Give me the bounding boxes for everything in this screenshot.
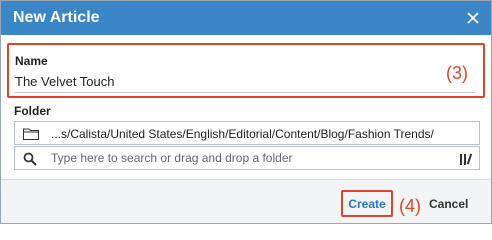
close-icon[interactable] xyxy=(465,10,481,26)
folder-path-field[interactable]: ...s/Calista/United States/English/Edito… xyxy=(14,121,480,145)
cancel-button[interactable]: Cancel xyxy=(426,190,476,217)
name-input[interactable]: The Velvet Touch xyxy=(15,74,115,89)
folder-search-field xyxy=(14,146,480,170)
folder-search-input[interactable] xyxy=(51,149,451,167)
folder-label: Folder xyxy=(14,104,51,118)
dialog-titlebar: New Article xyxy=(1,1,491,35)
folder-path-text: ...s/Calista/United States/English/Edito… xyxy=(51,127,434,141)
name-input-underline xyxy=(15,92,475,93)
name-field-highlight: Name The Velvet Touch xyxy=(7,43,485,98)
callout-3: (3) xyxy=(446,63,468,83)
folder-icon xyxy=(23,128,39,140)
search-icon xyxy=(23,152,37,166)
name-label: Name xyxy=(15,54,48,68)
create-button[interactable]: Create xyxy=(341,190,393,217)
library-icon[interactable] xyxy=(459,152,473,166)
dialog-title: New Article xyxy=(13,9,100,26)
new-article-dialog: New Article Name The Velvet Touch (3) Fo… xyxy=(0,0,492,224)
callout-4: (4) xyxy=(399,196,421,216)
